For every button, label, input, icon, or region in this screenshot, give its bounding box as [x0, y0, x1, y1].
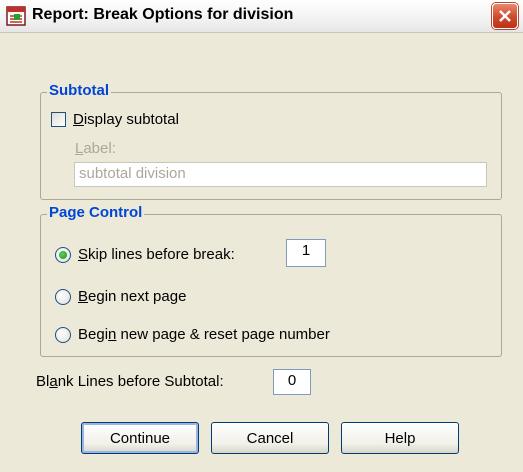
display-subtotal-checkbox[interactable] — [51, 112, 66, 127]
subtotal-group-title: Subtotal — [47, 82, 111, 99]
continue-button[interactable]: Continue — [81, 422, 199, 454]
skip-lines-label: Skip lines before break: — [78, 246, 235, 263]
subtotal-label-caption: Label: — [75, 140, 116, 157]
display-subtotal-label: Display subtotal — [73, 111, 179, 128]
title-bar[interactable]: Report: Break Options for division — [0, 0, 523, 33]
skip-lines-radio[interactable] — [55, 246, 71, 263]
begin-next-page-label: Begin next page — [78, 288, 187, 305]
display-subtotal-checkbox-row[interactable]: Display subtotal — [51, 111, 179, 128]
skip-lines-input[interactable]: 1 — [286, 239, 326, 267]
skip-lines-radio-row[interactable]: Skip lines before break: — [55, 246, 235, 263]
begin-next-page-radio[interactable] — [55, 288, 71, 305]
cancel-button[interactable]: Cancel — [211, 422, 329, 454]
blank-lines-label: Blank Lines before Subtotal: — [36, 373, 224, 390]
begin-new-page-reset-radio[interactable] — [55, 326, 71, 343]
report-app-icon — [6, 6, 26, 26]
dialog-window: Report: Break Options for division Subto… — [0, 0, 523, 472]
subtotal-label-field[interactable]: subtotal division — [74, 162, 487, 187]
close-button[interactable] — [492, 3, 518, 29]
close-icon — [499, 10, 511, 22]
begin-next-page-radio-row[interactable]: Begin next page — [55, 288, 186, 305]
page-control-group-title: Page Control — [47, 204, 145, 221]
begin-new-page-reset-radio-row[interactable]: Begin new page & reset page number — [55, 326, 330, 343]
window-title: Report: Break Options for division — [32, 6, 294, 23]
begin-new-page-reset-label: Begin new page & reset page number — [78, 326, 330, 343]
help-button[interactable]: Help — [341, 422, 459, 454]
blank-lines-input[interactable]: 0 — [273, 369, 311, 395]
